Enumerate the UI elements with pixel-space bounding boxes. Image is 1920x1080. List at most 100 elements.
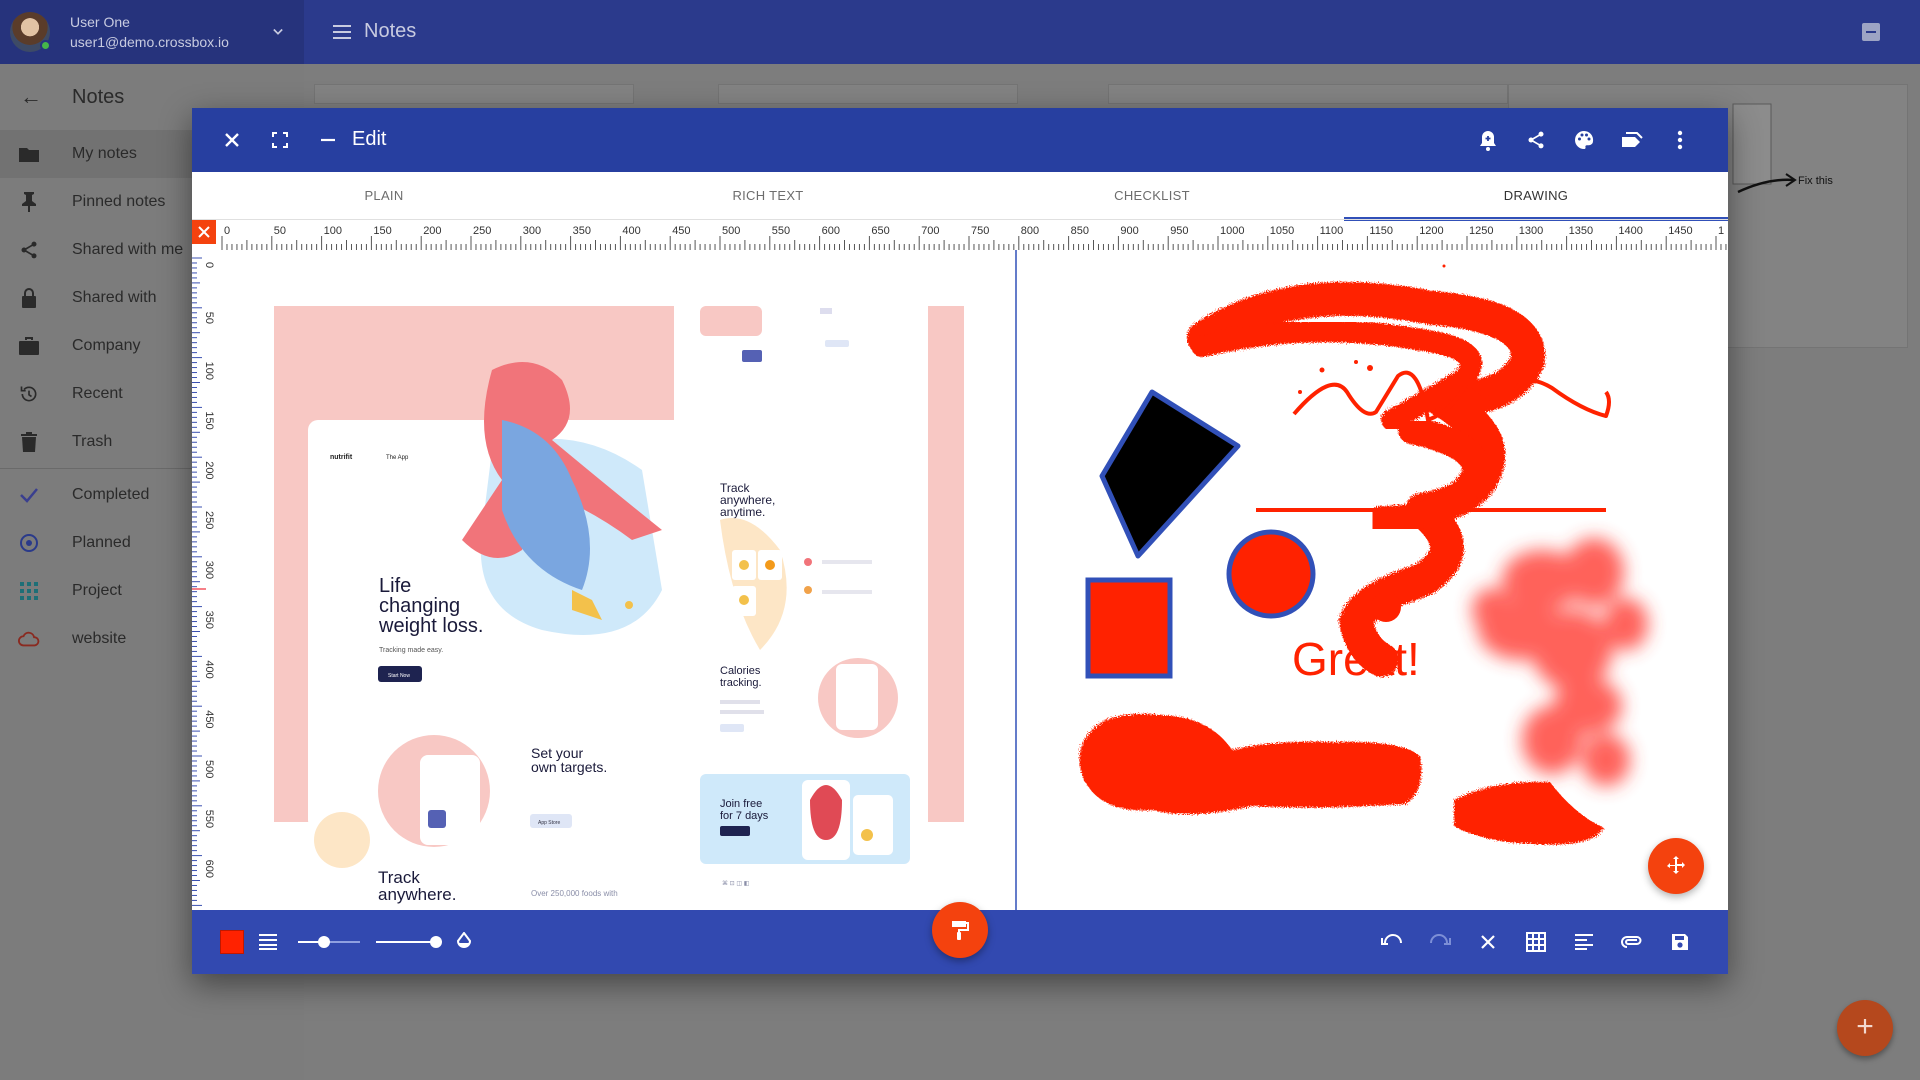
sidebar-item-label: Trash bbox=[72, 433, 113, 450]
label-icon[interactable] bbox=[1620, 128, 1644, 152]
grid-icon bbox=[18, 580, 40, 602]
ruler-label: 350 bbox=[203, 611, 215, 629]
move-icon bbox=[1667, 856, 1685, 874]
opacity-slider[interactable] bbox=[376, 932, 442, 952]
svg-text:Life: Life bbox=[379, 575, 411, 597]
ruler-label: 550 bbox=[772, 225, 790, 237]
undo-icon[interactable] bbox=[1380, 930, 1404, 954]
opacity-drop-icon[interactable] bbox=[452, 930, 476, 954]
sidebar-item-label: Pinned notes bbox=[72, 193, 166, 210]
ruler-label: 450 bbox=[203, 710, 215, 728]
grid-icon[interactable] bbox=[1524, 930, 1548, 954]
brush-tool-button[interactable] bbox=[932, 902, 988, 958]
website-mockup-image: nutrifit The App Life changing weight lo… bbox=[274, 306, 964, 904]
page-title: Notes bbox=[364, 20, 417, 42]
tab-rich-text[interactable]: RICH TEXT bbox=[576, 172, 960, 219]
close-icon[interactable] bbox=[220, 128, 244, 152]
online-status-dot bbox=[40, 40, 51, 51]
share-icon[interactable] bbox=[1524, 128, 1548, 152]
horizontal-ruler: 0 50 100 150 200 250 300 350 400 450 500 550 600 650 7… bbox=[192, 220, 1728, 250]
ruler-label: 150 bbox=[373, 225, 391, 237]
sidebar-item-label: Project bbox=[72, 582, 122, 599]
sidebar-item-label: Shared with bbox=[72, 289, 157, 306]
attachment-icon[interactable] bbox=[1620, 930, 1644, 954]
svg-text:⌘ ⊡ ◫ ◧: ⌘ ⊡ ◫ ◧ bbox=[722, 880, 750, 887]
ruler-label: 1100 bbox=[1320, 225, 1344, 237]
save-icon[interactable] bbox=[1668, 930, 1692, 954]
drawing-canvas[interactable]: 0 50 100 150 200 250 300 350 400 450 500 550 600 650 7… bbox=[192, 220, 1728, 910]
svg-text:changing: changing bbox=[379, 595, 460, 617]
sidebar-item-label: Recent bbox=[72, 385, 123, 402]
ruler-label: 1050 bbox=[1270, 225, 1294, 237]
user-menu[interactable]: User One user1@demo.crossbox.io bbox=[0, 0, 304, 64]
ruler-label: 850 bbox=[1071, 225, 1089, 237]
reminder-bell-icon[interactable] bbox=[1476, 128, 1500, 152]
back-arrow-icon[interactable]: ← bbox=[20, 84, 42, 110]
paint-dot bbox=[1355, 289, 1361, 295]
sidebar-item-label: My notes bbox=[72, 145, 137, 162]
minimize-icon[interactable] bbox=[316, 128, 340, 152]
menu-icon[interactable] bbox=[330, 20, 354, 44]
ruler-label: 1400 bbox=[1618, 225, 1642, 237]
ruler-label: 1150 bbox=[1369, 225, 1393, 237]
move-canvas-button[interactable] bbox=[1648, 838, 1704, 894]
black-polygon bbox=[1099, 389, 1241, 559]
app-header: User One user1@demo.crossbox.io Notes bbox=[0, 0, 1920, 64]
ruler-label: 1 bbox=[1718, 225, 1724, 237]
user-email: user1@demo.crossbox.io bbox=[70, 34, 229, 50]
add-note-button[interactable]: + bbox=[1837, 1000, 1893, 1056]
ruler-label: 1300 bbox=[1519, 225, 1543, 237]
svg-text:own targets.: own targets. bbox=[531, 759, 607, 775]
paint-dot bbox=[1319, 367, 1325, 373]
check-icon bbox=[18, 484, 40, 506]
svg-text:App Store: App Store bbox=[538, 820, 560, 826]
vertical-ruler: 05010015020025030035040045050055060065 bbox=[192, 250, 215, 910]
fullscreen-icon[interactable] bbox=[268, 128, 292, 152]
tab-drawing[interactable]: DRAWING bbox=[1344, 172, 1728, 219]
red-dot bbox=[1371, 592, 1401, 622]
ruler-label: 450 bbox=[672, 225, 690, 237]
svg-text:Over 250,000 foods with: Over 250,000 foods with bbox=[531, 889, 618, 898]
tab-checklist[interactable]: CHECKLIST bbox=[960, 172, 1344, 219]
clear-icon[interactable] bbox=[1476, 930, 1500, 954]
svg-text:tracking.: tracking. bbox=[720, 677, 762, 689]
color-picker-swatch[interactable] bbox=[220, 930, 244, 954]
canvas-svg: 0 50 100 150 200 250 300 350 400 450 500 550 600 650 7… bbox=[192, 220, 1728, 910]
ruler-label: 350 bbox=[573, 225, 591, 237]
note-card[interactable] bbox=[1108, 84, 1508, 104]
pin-icon bbox=[18, 191, 40, 213]
marker-stroke bbox=[1454, 781, 1604, 845]
note-card[interactable] bbox=[718, 84, 1018, 104]
spray-blob bbox=[1079, 713, 1422, 815]
more-vert-icon[interactable] bbox=[1668, 128, 1692, 152]
fix-this-annotation: Fix this bbox=[1732, 103, 1833, 194]
note-card[interactable] bbox=[314, 84, 634, 104]
ruler-label: 1350 bbox=[1569, 225, 1593, 237]
drawing-text: Great! bbox=[1292, 633, 1420, 685]
paint-dot bbox=[1334, 304, 1338, 308]
text-align-icon[interactable] bbox=[1572, 930, 1596, 954]
svg-text:anytime.: anytime. bbox=[720, 505, 765, 519]
paint-dot bbox=[1367, 365, 1373, 371]
minimize-window-button[interactable] bbox=[1862, 23, 1880, 41]
paint-dot bbox=[1354, 360, 1358, 364]
svg-text:Join free: Join free bbox=[720, 798, 762, 810]
brush-stroke bbox=[1368, 416, 1490, 534]
user-name: User One bbox=[70, 14, 130, 30]
line-style-icon[interactable] bbox=[256, 930, 280, 954]
ruler-label: 200 bbox=[423, 225, 441, 237]
ruler-label: 50 bbox=[274, 225, 286, 237]
chevron-down-icon[interactable] bbox=[268, 22, 288, 42]
share-icon bbox=[18, 239, 40, 261]
annotation-text: Fix this bbox=[1798, 175, 1833, 187]
ruler-label: 1450 bbox=[1668, 225, 1692, 237]
brush-size-slider[interactable] bbox=[298, 932, 360, 952]
tab-plain[interactable]: PLAIN bbox=[192, 172, 576, 219]
ruler-label: 750 bbox=[971, 225, 989, 237]
ruler-label: 550 bbox=[203, 810, 215, 828]
ruler-label: 1200 bbox=[1419, 225, 1443, 237]
palette-icon[interactable] bbox=[1572, 128, 1596, 152]
redo-icon[interactable] bbox=[1428, 930, 1452, 954]
ruler-label: 1000 bbox=[1220, 225, 1244, 237]
svg-text:Start Now: Start Now bbox=[388, 673, 410, 679]
